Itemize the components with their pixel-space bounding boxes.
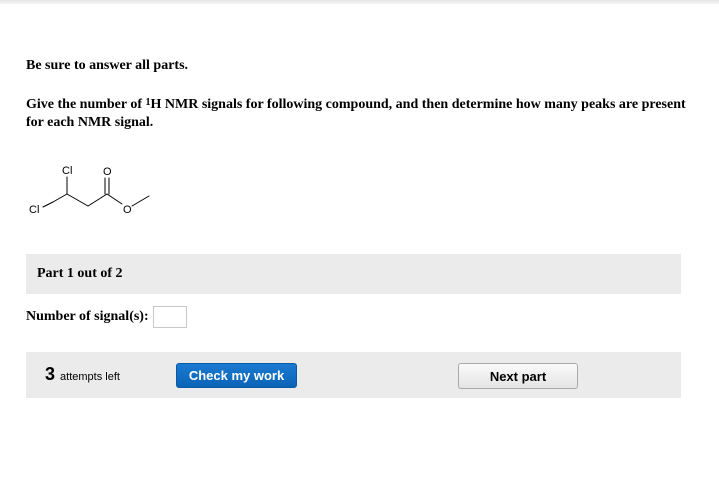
bond-o-ch3 [131,195,150,207]
next-part-button[interactable]: Next part [458,363,578,389]
isotope-superscript: 1 [145,97,151,108]
part-header: Part 1 out of 2 [26,254,681,294]
action-bar: 3 attempts left Check my work Next part [26,352,681,398]
bond-c2-c3 [66,193,89,207]
atom-oxygen-carbonyl: O [103,166,112,178]
bond-c4-o [106,193,123,205]
atom-chlorine-left: Cl [29,204,39,216]
attempts-count: 3 [45,364,56,384]
bond-cl-c1 [42,201,54,208]
attempts-indicator: 3 attempts left [45,364,120,385]
molecule-structure: Cl Cl O O [29,165,150,216]
bond-c3-c4 [87,193,108,207]
check-my-work-button[interactable]: Check my work [176,363,297,388]
signals-input[interactable] [152,306,187,328]
bond-c1-c2 [52,193,68,203]
signals-row: Number of signal(s): [26,305,187,329]
attempts-text: attempts left [60,371,120,383]
part-label: Part 1 out of 2 [37,266,123,281]
question-prefix: Give the number of [26,97,146,112]
atom-oxygen-ester: O [123,204,132,216]
instructions-text: Be sure to answer all parts. [26,58,189,73]
signals-label: Number of signal(s): [26,309,149,324]
atom-chlorine-top: Cl [62,165,72,177]
question-text: Give the number of 1H NMR signals for fo… [26,96,686,132]
top-divider [0,0,719,4]
